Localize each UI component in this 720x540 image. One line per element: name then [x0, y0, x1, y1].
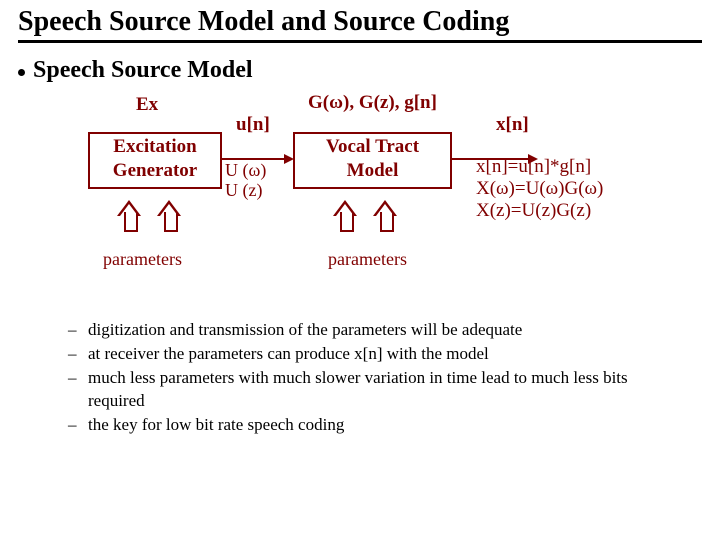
slide-title: Speech Source Model and Source Coding	[18, 6, 702, 43]
note-item: – much less parameters with much slower …	[68, 366, 702, 412]
eq3: X(z)=U(z)G(z)	[476, 200, 603, 222]
slide: Speech Source Model and Source Coding Sp…	[0, 0, 720, 436]
dash-icon: –	[68, 413, 88, 436]
bullet-row: Speech Source Model	[18, 57, 702, 84]
excite-line1: Excitation	[90, 135, 220, 159]
dash-icon: –	[68, 318, 88, 341]
uz-label: U (z)	[225, 180, 262, 201]
bullet-text: Speech Source Model	[33, 57, 253, 84]
equations: x[n]=u[n]*g[n] X(ω)=U(ω)G(ω) X(z)=U(z)G(…	[476, 156, 603, 222]
g-series-label: G(ω), G(z), g[n]	[308, 92, 437, 114]
note-item: – digitization and transmission of the p…	[68, 318, 702, 341]
eq2: X(ω)=U(ω)G(ω)	[476, 178, 603, 200]
bullet-icon	[18, 69, 25, 76]
xn-label: x[n]	[496, 114, 529, 136]
excitation-generator-box: Excitation Generator	[88, 132, 222, 189]
dash-icon: –	[68, 342, 88, 365]
un-label: u[n]	[236, 114, 270, 136]
vocal-line1: Vocal Tract	[295, 135, 450, 159]
uw-label: U (ω)	[225, 160, 266, 181]
up-arrow-icon	[376, 202, 394, 232]
note-text: digitization and transmission of the par…	[88, 318, 522, 341]
vocal-tract-box: Vocal Tract Model	[293, 132, 452, 189]
up-arrow-icon	[120, 202, 138, 232]
vocal-line2: Model	[295, 159, 450, 183]
note-item: – at receiver the parameters can produce…	[68, 342, 702, 365]
parameters-label-right: parameters	[328, 249, 407, 270]
up-arrow-icon	[160, 202, 178, 232]
note-text: much less parameters with much slower va…	[88, 366, 688, 412]
diagram: Ex Excitation Generator u[n] U (ω) U (z)…	[78, 94, 718, 304]
dash-icon: –	[68, 366, 88, 412]
ex-label: Ex	[136, 94, 158, 116]
up-arrow-icon	[336, 202, 354, 232]
eq1: x[n]=u[n]*g[n]	[476, 156, 603, 178]
parameters-label-left: parameters	[103, 249, 182, 270]
note-text: at receiver the parameters can produce x…	[88, 342, 489, 365]
excite-line2: Generator	[90, 159, 220, 183]
notes-list: – digitization and transmission of the p…	[68, 318, 702, 436]
note-item: – the key for low bit rate speech coding	[68, 413, 702, 436]
note-text: the key for low bit rate speech coding	[88, 413, 344, 436]
